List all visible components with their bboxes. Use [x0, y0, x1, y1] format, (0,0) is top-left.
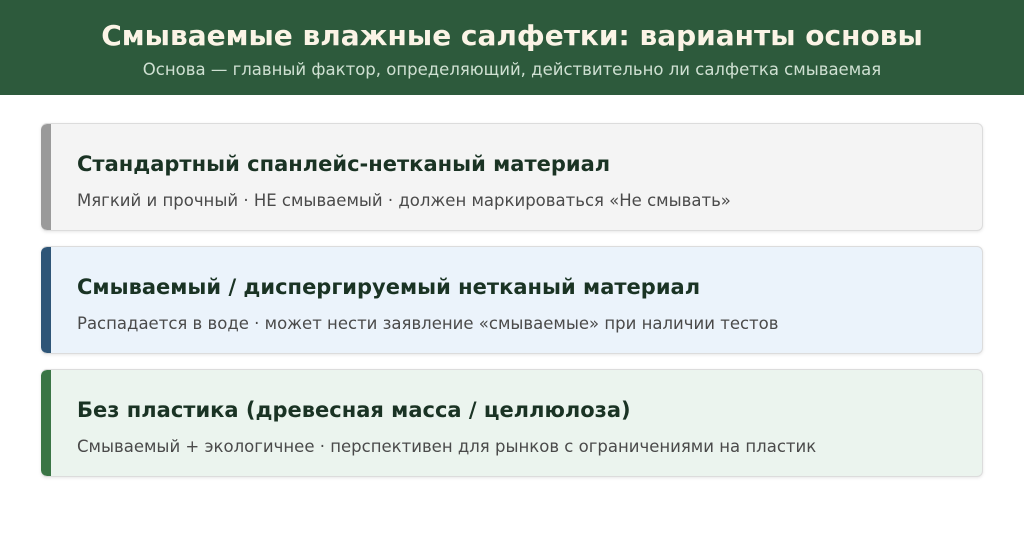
option-card-title: Без пластика (древесная масса / целлюлоз… — [77, 398, 631, 422]
page-subtitle: Основа — главный фактор, определяющий, д… — [142, 60, 882, 79]
page-title: Смываемые влажные салфетки: варианты осн… — [101, 19, 923, 52]
option-card-title: Смываемый / диспергируемый нетканый мате… — [77, 275, 701, 299]
option-card-description: Мягкий и прочный · НЕ смываемый · должен… — [77, 191, 731, 210]
option-card-title: Стандартный спанлейс-нетканый материал — [77, 152, 611, 176]
option-card-accent-bar — [41, 247, 51, 353]
option-card-plastic-free: Без пластика (древесная масса / целлюлоз… — [41, 369, 983, 477]
header-banner: Смываемые влажные салфетки: варианты осн… — [0, 0, 1024, 95]
option-card-accent-bar — [41, 370, 51, 476]
option-card-description: Смываемый + экологичнее · перспективен д… — [77, 437, 817, 456]
substrate-options-list: Стандартный спанлейс-нетканый материал М… — [0, 123, 1024, 477]
option-card-accent-bar — [41, 124, 51, 230]
option-card-standard-spunlace: Стандартный спанлейс-нетканый материал М… — [41, 123, 983, 231]
option-card-description: Распадается в воде · может нести заявлен… — [77, 314, 779, 333]
option-card-flushable-dispersible: Смываемый / диспергируемый нетканый мате… — [41, 246, 983, 354]
